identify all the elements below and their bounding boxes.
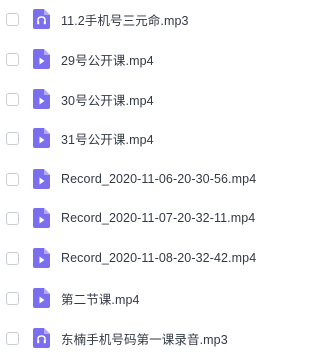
file-checkbox[interactable] (6, 52, 19, 66)
play-icon (33, 248, 50, 268)
file-checkbox[interactable] (6, 251, 19, 265)
headphones-icon (33, 9, 50, 29)
file-row[interactable]: 第二节课.mp4 (0, 280, 311, 316)
file-checkbox[interactable] (6, 211, 19, 225)
file-name[interactable]: 第二节课.mp4 (61, 289, 140, 308)
file-checkbox[interactable] (6, 131, 19, 145)
file-checkbox[interactable] (6, 291, 19, 305)
file-checkbox[interactable] (6, 92, 19, 106)
file-row[interactable]: Record_2020-11-08-20-32-42.mp4 (0, 240, 311, 276)
file-name[interactable]: Record_2020-11-08-20-32-42.mp4 (61, 251, 256, 265)
file-row[interactable]: Record_2020-11-07-20-32-11.mp4 (0, 200, 311, 236)
file-list: 11.2手机号三元命.mp3 29号公开课.mp4 30号公开课.mp4 31号… (0, 0, 311, 364)
play-icon (33, 89, 50, 109)
file-name[interactable]: 11.2手机号三元命.mp3 (61, 10, 189, 29)
file-name[interactable]: 30号公开课.mp4 (61, 90, 154, 109)
file-name[interactable]: Record_2020-11-07-20-32-11.mp4 (61, 211, 255, 225)
play-icon (33, 49, 50, 69)
file-name[interactable]: Record_2020-11-06-20-30-56.mp4 (61, 172, 256, 186)
file-checkbox[interactable] (6, 172, 19, 186)
headphones-icon (33, 328, 50, 348)
play-icon (33, 128, 50, 148)
file-row[interactable]: 11.2手机号三元命.mp3 (0, 1, 311, 37)
file-checkbox[interactable] (6, 12, 19, 26)
file-row[interactable]: 东楠手机号码第一课录音.mp3 (0, 320, 311, 356)
file-row[interactable]: Record_2020-11-06-20-30-56.mp4 (0, 161, 311, 197)
file-row[interactable]: 31号公开课.mp4 (0, 120, 311, 156)
file-row[interactable]: 29号公开课.mp4 (0, 41, 311, 77)
file-name[interactable]: 31号公开课.mp4 (61, 129, 154, 148)
file-row[interactable]: 30号公开课.mp4 (0, 81, 311, 117)
file-checkbox[interactable] (6, 331, 19, 345)
play-icon (33, 288, 50, 308)
file-name[interactable]: 东楠手机号码第一课录音.mp3 (61, 329, 228, 348)
play-icon (33, 208, 50, 228)
file-name[interactable]: 29号公开课.mp4 (61, 50, 154, 69)
play-icon (33, 169, 50, 189)
